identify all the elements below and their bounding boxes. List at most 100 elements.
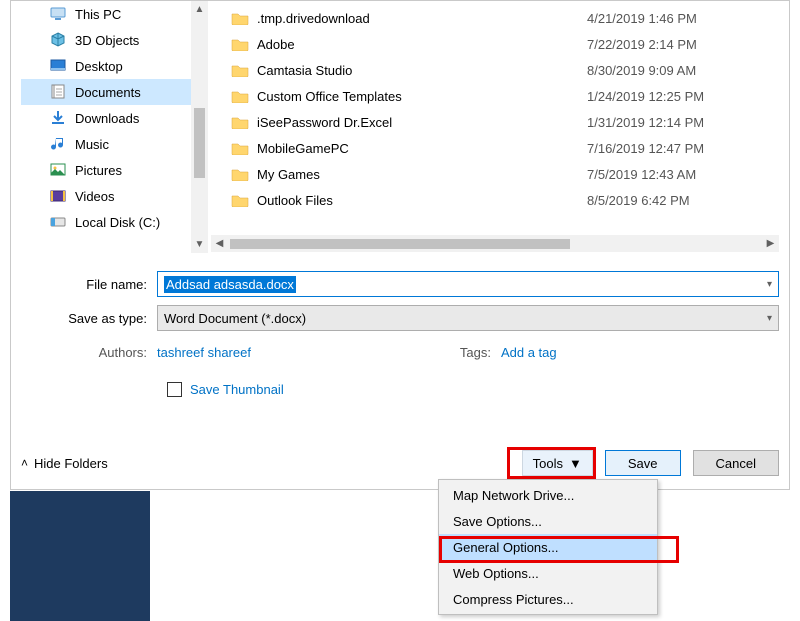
nav-item-label: Local Disk (C:) xyxy=(75,215,160,230)
3d-icon xyxy=(49,31,67,49)
nav-music[interactable]: Music xyxy=(21,131,191,157)
list-item[interactable]: My Games 7/5/2019 12:43 AM xyxy=(213,161,777,187)
file-name: Adobe xyxy=(257,37,295,52)
save-label: Save xyxy=(628,456,658,471)
downloads-icon xyxy=(49,109,67,127)
app-background xyxy=(10,491,150,621)
menu-map-network-drive[interactable]: Map Network Drive... xyxy=(439,482,657,508)
nav-3d-objects[interactable]: 3D Objects xyxy=(21,27,191,53)
save-button[interactable]: Save xyxy=(605,450,681,476)
nav-pictures[interactable]: Pictures xyxy=(21,157,191,183)
file-list: .tmp.drivedownload 4/21/2019 1:46 PM Ado… xyxy=(213,5,777,233)
scroll-track[interactable] xyxy=(191,18,208,236)
type-label: Save as type: xyxy=(21,311,157,326)
pc-icon xyxy=(49,5,67,23)
list-item[interactable]: MobileGamePC 7/16/2019 12:47 PM xyxy=(213,135,777,161)
nav-item-label: 3D Objects xyxy=(75,33,139,48)
hide-folders-button[interactable]: ˄ Hide Folders xyxy=(21,456,108,471)
nav-downloads[interactable]: Downloads xyxy=(21,105,191,131)
pictures-icon xyxy=(49,161,67,179)
list-hscrollbar[interactable]: ◀ ▶ xyxy=(211,235,779,252)
file-name: MobileGamePC xyxy=(257,141,349,156)
file-name: .tmp.drivedownload xyxy=(257,11,370,26)
scroll-left-icon[interactable]: ◀ xyxy=(211,235,228,252)
menu-save-options[interactable]: Save Options... xyxy=(439,508,657,534)
menu-general-options[interactable]: General Options... xyxy=(439,534,657,560)
list-item[interactable]: Outlook Files 8/5/2019 6:42 PM xyxy=(213,187,777,213)
folder-icon xyxy=(231,89,249,103)
nav-item-label: Pictures xyxy=(75,163,122,178)
folder-icon xyxy=(231,37,249,51)
nav-item-label: Music xyxy=(75,137,109,152)
nav-documents[interactable]: Documents xyxy=(21,79,191,105)
button-bar: ˄ Hide Folders Tools ▼ Save Cancel xyxy=(21,447,779,479)
form-area: File name: Addsad adsasda.docx ▾ Save as… xyxy=(21,263,779,423)
chevron-up-icon: ˄ xyxy=(21,456,28,470)
file-date: 1/24/2019 12:25 PM xyxy=(577,89,777,104)
nav-item-label: Videos xyxy=(75,189,115,204)
folder-icon xyxy=(231,115,249,129)
nav-item-label: Documents xyxy=(75,85,141,100)
caret-down-icon: ▼ xyxy=(569,456,582,471)
music-icon xyxy=(49,135,67,153)
menu-web-options[interactable]: Web Options... xyxy=(439,560,657,586)
nav-videos[interactable]: Videos xyxy=(21,183,191,209)
list-header: Name Date modified xyxy=(213,0,777,1)
filename-label: File name: xyxy=(21,277,157,292)
file-date: 8/5/2019 6:42 PM xyxy=(577,193,777,208)
file-date: 7/22/2019 2:14 PM xyxy=(577,37,777,52)
scroll-right-icon[interactable]: ▶ xyxy=(762,235,779,252)
scroll-down-icon[interactable]: ▼ xyxy=(191,236,208,253)
desktop-icon xyxy=(49,57,67,75)
chevron-down-icon[interactable]: ▾ xyxy=(767,279,772,290)
scroll-thumb[interactable] xyxy=(230,239,570,249)
save-thumbnail-label[interactable]: Save Thumbnail xyxy=(190,382,284,397)
list-item[interactable]: Custom Office Templates 1/24/2019 12:25 … xyxy=(213,83,777,109)
file-name: Custom Office Templates xyxy=(257,89,402,104)
scroll-thumb[interactable] xyxy=(194,108,205,178)
list-item[interactable]: Camtasia Studio 8/30/2019 9:09 AM xyxy=(213,57,777,83)
nav-scrollbar[interactable]: ▲ ▼ xyxy=(191,1,208,253)
nav-local-disk[interactable]: Local Disk (C:) xyxy=(21,209,191,235)
file-name: My Games xyxy=(257,167,320,182)
folder-icon xyxy=(231,63,249,77)
nav-item-label: Downloads xyxy=(75,111,139,126)
tags-value[interactable]: Add a tag xyxy=(501,345,557,360)
tools-label: Tools xyxy=(533,456,563,471)
nav-item-label: Desktop xyxy=(75,59,123,74)
file-date: 4/21/2019 1:46 PM xyxy=(577,11,777,26)
nav-item-label: This PC xyxy=(75,7,121,22)
nav-this-pc[interactable]: This PC xyxy=(21,1,191,27)
list-item[interactable]: Adobe 7/22/2019 2:14 PM xyxy=(213,31,777,57)
authors-value[interactable]: tashreef shareef xyxy=(157,345,251,360)
cancel-button[interactable]: Cancel xyxy=(693,450,779,476)
file-date: 7/16/2019 12:47 PM xyxy=(577,141,777,156)
hide-folders-label: Hide Folders xyxy=(34,456,108,471)
list-item[interactable]: iSeePassword Dr.Excel 1/31/2019 12:14 PM xyxy=(213,109,777,135)
file-name: iSeePassword Dr.Excel xyxy=(257,115,392,130)
file-name: Camtasia Studio xyxy=(257,63,352,78)
save-thumbnail-checkbox[interactable] xyxy=(167,382,182,397)
folder-icon xyxy=(231,167,249,181)
menu-compress-pictures[interactable]: Compress Pictures... xyxy=(439,586,657,612)
tools-button[interactable]: Tools ▼ xyxy=(522,450,593,476)
nav-desktop[interactable]: Desktop xyxy=(21,53,191,79)
disk-icon xyxy=(49,213,67,231)
chevron-down-icon[interactable]: ▾ xyxy=(767,313,772,324)
file-date: 8/30/2019 9:09 AM xyxy=(577,63,777,78)
file-date: 7/5/2019 12:43 AM xyxy=(577,167,777,182)
save-dialog: This PC 3D Objects Desktop Documents Dow… xyxy=(10,0,790,490)
tags-label: Tags: xyxy=(451,345,501,360)
list-item[interactable]: .tmp.drivedownload 4/21/2019 1:46 PM xyxy=(213,5,777,31)
type-value: Word Document (*.docx) xyxy=(164,311,306,326)
file-date: 1/31/2019 12:14 PM xyxy=(577,115,777,130)
type-select[interactable]: Word Document (*.docx) ▾ xyxy=(157,305,779,331)
file-name: Outlook Files xyxy=(257,193,333,208)
cancel-label: Cancel xyxy=(716,456,756,471)
navigation-pane: This PC 3D Objects Desktop Documents Dow… xyxy=(21,1,191,253)
scroll-up-icon[interactable]: ▲ xyxy=(191,1,208,18)
filename-input[interactable]: Addsad adsasda.docx ▾ xyxy=(157,271,779,297)
folder-icon xyxy=(231,141,249,155)
filename-value: Addsad adsasda.docx xyxy=(164,276,296,293)
folder-icon xyxy=(231,193,249,207)
